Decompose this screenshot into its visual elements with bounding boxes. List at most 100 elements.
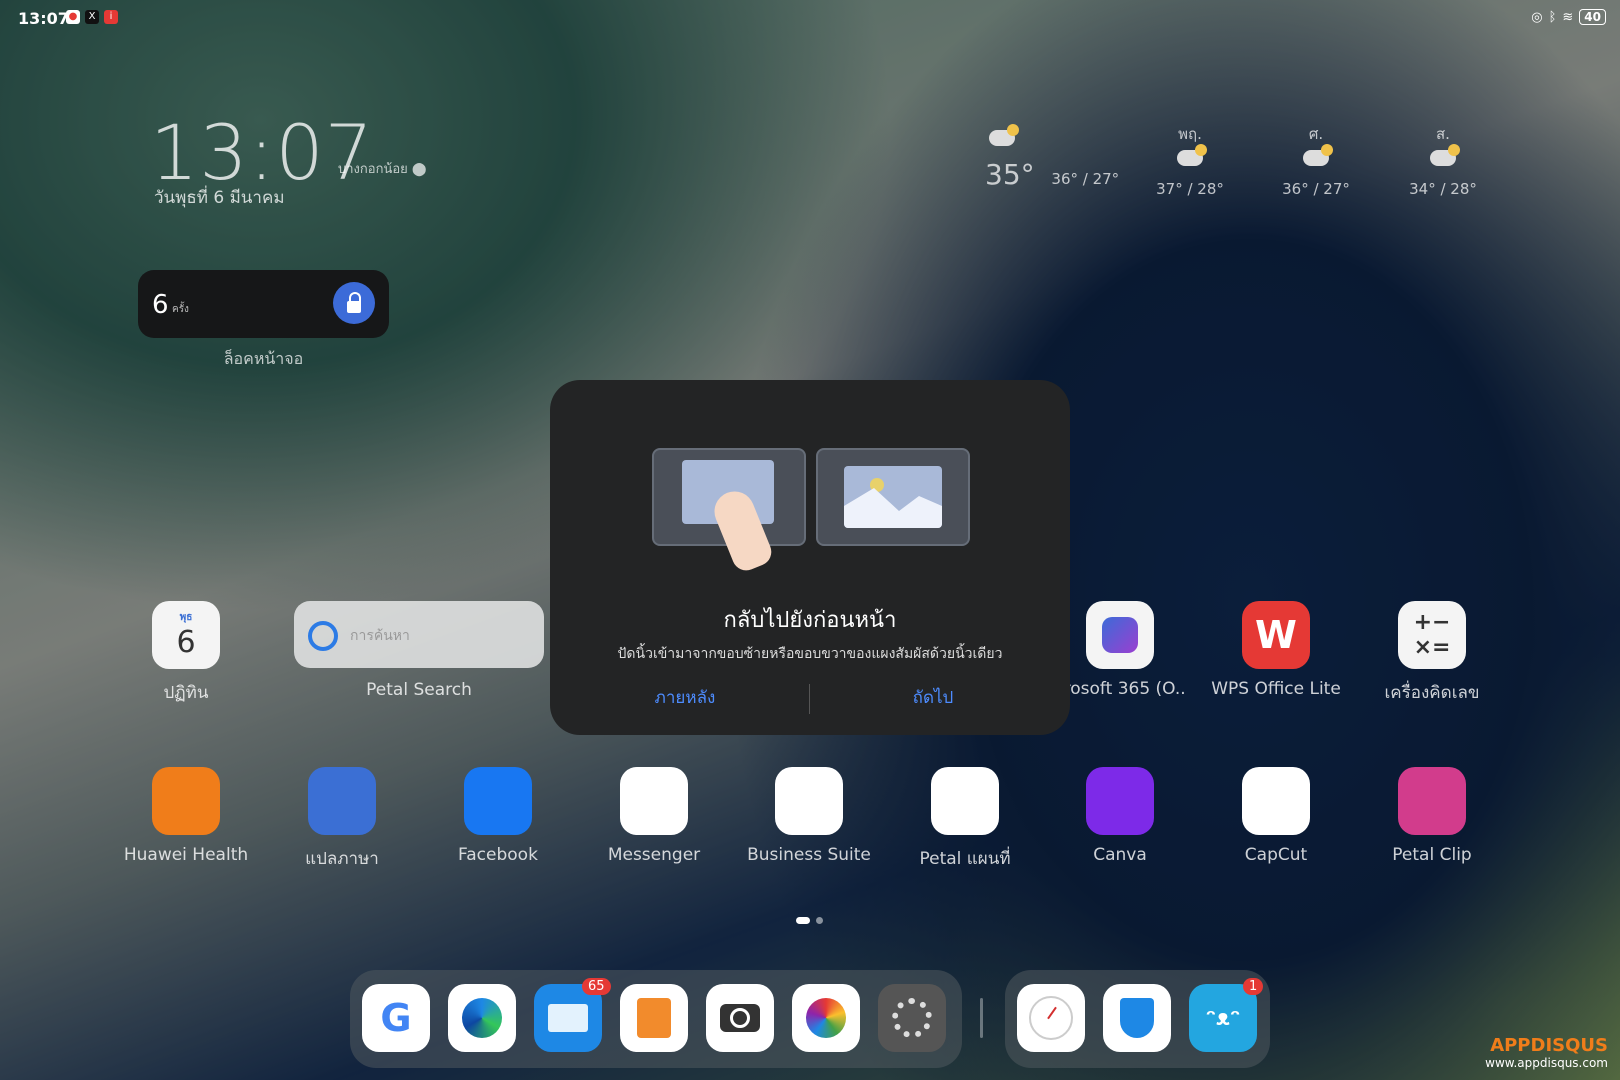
gallery-icon[interactable]	[792, 984, 860, 1052]
microsoft365-icon	[1086, 601, 1154, 669]
messenger-icon	[620, 767, 688, 835]
app-label: WPS Office Lite	[1211, 679, 1341, 699]
app-label: Petal Clip	[1392, 845, 1472, 865]
app-label: เครื่องคิดเลข	[1384, 683, 1480, 703]
app-label: Business Suite	[747, 845, 871, 865]
status-bar: 13:07 ● X i ◎ ᛒ ≋ 40	[0, 0, 1620, 36]
page-indicator[interactable]	[796, 917, 823, 924]
lock-count: 6	[152, 290, 169, 320]
facebook-icon	[464, 767, 532, 835]
dialog-button-divider	[809, 684, 810, 714]
news-app-icon: i	[104, 10, 118, 24]
weather-today[interactable]: 35° 36° / 27°	[985, 122, 1119, 191]
page-dot-active	[796, 917, 810, 924]
app-translate[interactable]: แปลภาษา	[267, 767, 417, 872]
x-app-icon: X	[85, 10, 99, 24]
petal-search-icon	[308, 621, 338, 651]
dock-separator	[980, 998, 983, 1038]
app-label: Huawei Health	[123, 845, 249, 865]
search-placeholder: การค้นหา	[350, 628, 410, 644]
touchpad-illustration	[652, 448, 806, 575]
notification-app-icon: ●	[66, 10, 80, 24]
status-right: ◎ ᛒ ≋ 40	[1531, 9, 1606, 25]
wifi-icon: ≋	[1562, 9, 1574, 25]
app-messenger[interactable]: Messenger	[579, 767, 729, 865]
weather-day-range: 37° / 28°	[1156, 180, 1224, 198]
next-button[interactable]: ถัดไป	[833, 684, 1033, 711]
clock-location: บางกอกน้อย ⬤	[338, 162, 427, 177]
lock-unit: ครั้ง	[172, 304, 189, 315]
google-icon[interactable]: G	[362, 984, 430, 1052]
dock-recent: ᵔᴥᵔ 1	[1005, 970, 1270, 1068]
nfc-icon: ◎	[1531, 9, 1543, 25]
bluetooth-icon: ᛒ	[1548, 9, 1557, 25]
capcut-icon	[1242, 767, 1310, 835]
partly-cloudy-icon	[1177, 144, 1207, 166]
wps-icon: W	[1242, 601, 1310, 669]
weather-day: พฤ. 37° / 28°	[1150, 122, 1230, 198]
petal-maps-icon	[931, 767, 999, 835]
clock-date: วันพุธที่ 6 มีนาคม	[154, 188, 285, 208]
app-label: Petal แผนที่	[919, 849, 1011, 869]
translate-icon	[308, 767, 376, 835]
security-shield-icon[interactable]	[1103, 984, 1171, 1052]
calculator-icon: +− ×=	[1398, 601, 1466, 669]
app-label: CapCut	[1244, 845, 1308, 865]
dialog-title: กลับไปยังก่อนหน้า	[723, 608, 897, 633]
mountain-icon	[844, 488, 942, 528]
dialog-description: ปัดนิ้วเข้ามาจากขอบซ้ายหรือขอบขวาของแผงส…	[617, 646, 1003, 662]
lock-button[interactable]	[333, 282, 375, 324]
bilibili-icon[interactable]: ᵔᴥᵔ	[1189, 984, 1257, 1052]
location-pin-icon: ⬤	[411, 162, 427, 177]
weather-temp: 35°	[985, 158, 1035, 191]
canva-icon	[1086, 767, 1154, 835]
app-capcut[interactable]: CapCut	[1201, 767, 1351, 865]
app-petal-maps[interactable]: Petal แผนที่	[890, 767, 1040, 872]
dock-main: G 65	[350, 970, 962, 1068]
partly-cloudy-icon	[989, 124, 1019, 146]
page-dot	[816, 917, 823, 924]
later-button[interactable]: ภายหลัง	[585, 684, 785, 711]
watermark-logo: APPDISQUS	[1490, 1035, 1608, 1056]
weather-day-label: พฤ.	[1178, 125, 1202, 143]
weather-day-label: ส.	[1436, 125, 1450, 143]
petal-search-label: Petal Search	[366, 680, 472, 700]
camera-icon[interactable]	[706, 984, 774, 1052]
app-petal-clip[interactable]: Petal Clip	[1357, 767, 1507, 865]
clock-app-icon[interactable]	[1017, 984, 1085, 1052]
watermark: APPDISQUS www.appdisqus.com	[1485, 1035, 1608, 1070]
docs-icon[interactable]	[620, 984, 688, 1052]
calendar-icon: พุธ 6	[152, 601, 220, 669]
weather-day: ส. 34° / 28°	[1403, 122, 1483, 198]
business-suite-icon	[775, 767, 843, 835]
lock-widget-label: ล็อคหน้าจอ	[223, 349, 304, 368]
app-calculator[interactable]: +− ×= เครื่องคิดเลข	[1357, 601, 1507, 706]
weather-range: 36° / 27°	[1051, 170, 1120, 188]
app-label: Canva	[1093, 845, 1147, 865]
weather-day: ศ. 36° / 27°	[1276, 122, 1356, 198]
edge-icon[interactable]	[448, 984, 516, 1052]
app-label: ปฏิทิน	[163, 683, 209, 703]
huawei-health-icon	[152, 767, 220, 835]
settings-icon[interactable]	[878, 984, 946, 1052]
app-canva[interactable]: Canva	[1045, 767, 1195, 865]
app-business-suite[interactable]: Business Suite	[734, 767, 884, 865]
bilibili-badge: 1	[1243, 978, 1264, 995]
status-time: 13:07	[18, 9, 69, 28]
petal-clip-icon	[1398, 767, 1466, 835]
app-label: แปลภาษา	[305, 849, 379, 869]
app-calendar[interactable]: พุธ 6 ปฏิทิน	[111, 601, 261, 706]
app-facebook[interactable]: Facebook	[423, 767, 573, 865]
app-wps-office[interactable]: W WPS Office Lite	[1201, 601, 1351, 699]
notification-icons: ● X i	[66, 10, 118, 24]
gesture-tutorial-dialog: กลับไปยังก่อนหน้า ปัดนิ้วเข้ามาจากขอบซ้า…	[550, 380, 1070, 735]
app-label: Facebook	[458, 845, 538, 865]
weather-day-range: 34° / 28°	[1409, 180, 1477, 198]
petal-search-widget[interactable]: การค้นหา	[294, 601, 544, 668]
partly-cloudy-icon	[1430, 144, 1460, 166]
rain-cloud-icon	[1303, 144, 1333, 166]
app-label: Messenger	[607, 845, 701, 865]
lock-screen-widget[interactable]: 6 ครั้ง	[138, 270, 389, 338]
app-huawei-health[interactable]: Huawei Health	[111, 767, 261, 865]
email-badge: 65	[582, 978, 611, 995]
